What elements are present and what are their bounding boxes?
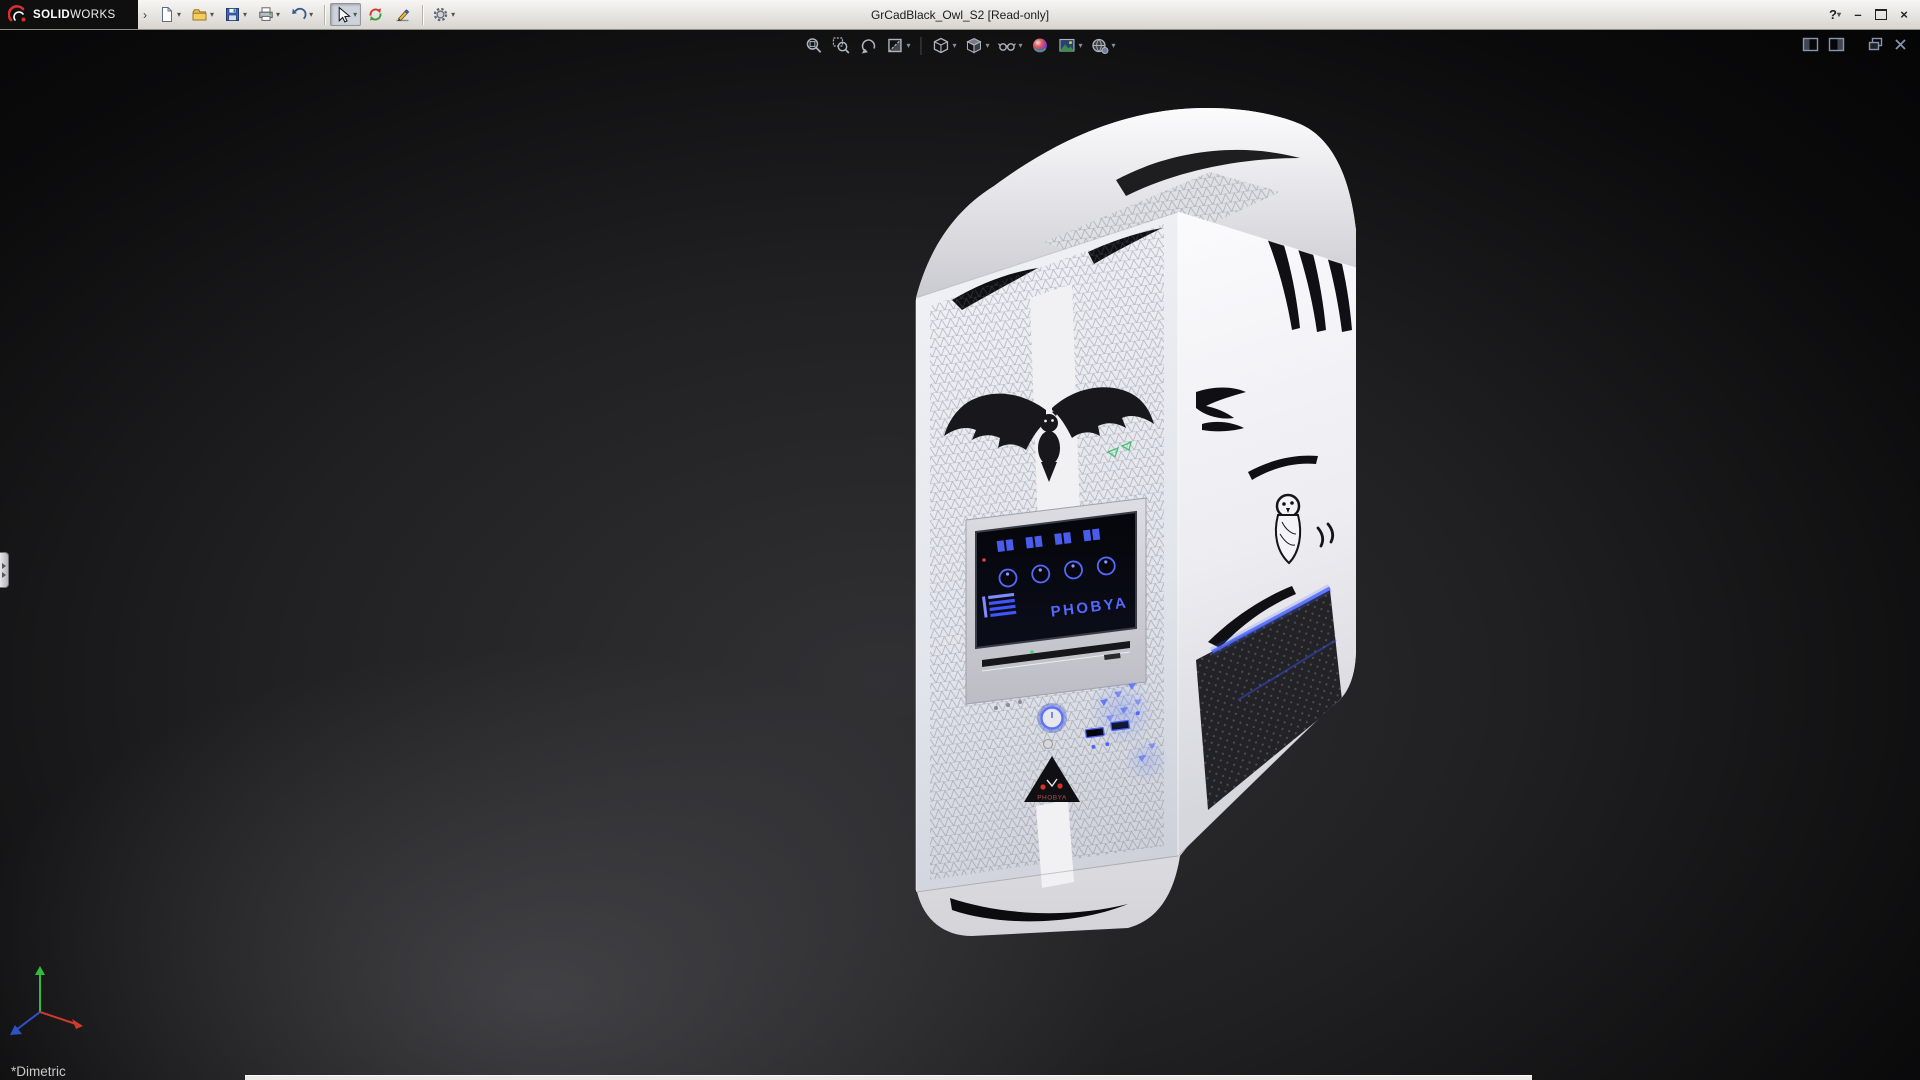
restore-window-icon[interactable] — [1868, 37, 1884, 52]
sketch-pencil-icon — [394, 6, 411, 23]
hide-show-glasses-icon — [998, 36, 1017, 55]
open-button[interactable]: ▾ — [187, 3, 218, 26]
section-view-icon — [885, 36, 904, 55]
close-window-icon[interactable] — [1893, 37, 1908, 52]
drive-led — [1030, 650, 1034, 654]
maximize-icon — [1875, 9, 1887, 20]
toolbar-separator — [324, 5, 325, 25]
display-style-icon — [964, 36, 983, 55]
zoom-to-area-icon — [831, 36, 850, 55]
logo-brand-text: PHOBYA — [1037, 795, 1067, 802]
open-folder-icon — [191, 6, 208, 23]
3d-viewport[interactable]: ▾ ▾ ▾ ▾ — [0, 29, 1920, 1080]
document-window-controls — [1802, 37, 1908, 52]
split-pane-left-icon[interactable] — [1802, 37, 1819, 52]
window-title: GrCadBlack_Owl_S2 [Read-only] — [871, 8, 1049, 22]
pc-case-model[interactable]: PHOBYA — [916, 108, 1356, 936]
mesh-led-glow — [1124, 738, 1168, 782]
heads-up-view-toolbar: ▾ ▾ ▾ ▾ — [804, 36, 1115, 55]
previous-view-icon — [858, 36, 877, 55]
menu-expand-chevron[interactable]: › — [143, 8, 147, 22]
options-gear-icon — [432, 6, 449, 23]
feature-manager-collapsed-tab[interactable] — [0, 552, 9, 588]
reference-triad — [10, 966, 83, 1035]
solidworks-logo-icon — [8, 5, 28, 25]
apply-scene-icon — [1058, 36, 1077, 55]
solidworks-brand: SOLIDWORKS — [0, 0, 138, 29]
new-document-button[interactable]: ▾ — [154, 3, 185, 26]
undo-button[interactable]: ▾ — [286, 3, 317, 26]
view-settings-button[interactable]: ▾ — [1091, 36, 1116, 55]
split-pane-right-icon[interactable] — [1828, 37, 1845, 52]
title-bar: SOLIDWORKS › ▾ ▾ ▾ — [0, 0, 1920, 30]
select-tool-button[interactable]: ▾ — [330, 3, 361, 26]
zoom-to-fit-button[interactable] — [804, 36, 823, 55]
apply-scene-button[interactable]: ▾ — [1058, 36, 1083, 55]
undo-arrow-icon — [290, 6, 307, 23]
print-icon — [257, 6, 274, 23]
view-settings-icon — [1091, 36, 1110, 55]
solidworks-window: SOLIDWORKS › ▾ ▾ ▾ — [0, 0, 1920, 1080]
print-button[interactable]: ▾ — [253, 3, 284, 26]
hud-separator — [920, 37, 921, 55]
select-cursor-icon — [334, 6, 351, 23]
close-button[interactable]: × — [1894, 5, 1914, 25]
edit-appearance-icon — [1031, 36, 1050, 55]
window-controls: ?▾ – × — [1825, 0, 1914, 29]
lcd-status-led — [982, 558, 986, 562]
brand-text: SOLIDWORKS — [33, 9, 116, 21]
previous-view-button[interactable] — [858, 36, 877, 55]
minimize-button[interactable]: – — [1848, 5, 1868, 25]
edit-appearance-button[interactable] — [1031, 36, 1050, 55]
model-canvas[interactable]: PHOBYA — [0, 29, 1920, 1080]
reset-button[interactable] — [1044, 740, 1053, 749]
view-orientation-button[interactable]: ▾ — [931, 36, 956, 55]
display-style-button[interactable]: ▾ — [964, 36, 989, 55]
help-button[interactable]: ?▾ — [1825, 5, 1845, 25]
sketch-button[interactable] — [390, 3, 415, 26]
new-document-icon — [158, 6, 175, 23]
io-led-glow — [1088, 678, 1156, 746]
rebuild-icon — [367, 6, 384, 23]
save-button[interactable]: ▾ — [220, 3, 251, 26]
zoom-to-fit-icon — [804, 36, 823, 55]
view-orientation-icon — [931, 36, 950, 55]
options-button[interactable]: ▾ — [428, 3, 459, 26]
section-view-button[interactable]: ▾ — [885, 36, 910, 55]
zoom-to-area-button[interactable] — [831, 36, 850, 55]
rebuild-button[interactable] — [363, 3, 388, 26]
hide-show-items-button[interactable]: ▾ — [998, 36, 1023, 55]
lcd-bay[interactable]: PHOBYA — [966, 498, 1146, 704]
save-floppy-icon — [224, 6, 241, 23]
taskbar-edge-strip[interactable] — [245, 1075, 1532, 1080]
maximize-button[interactable] — [1871, 5, 1891, 25]
toolbar-separator — [422, 5, 423, 25]
view-orientation-label: *Dimetric — [11, 1064, 66, 1079]
